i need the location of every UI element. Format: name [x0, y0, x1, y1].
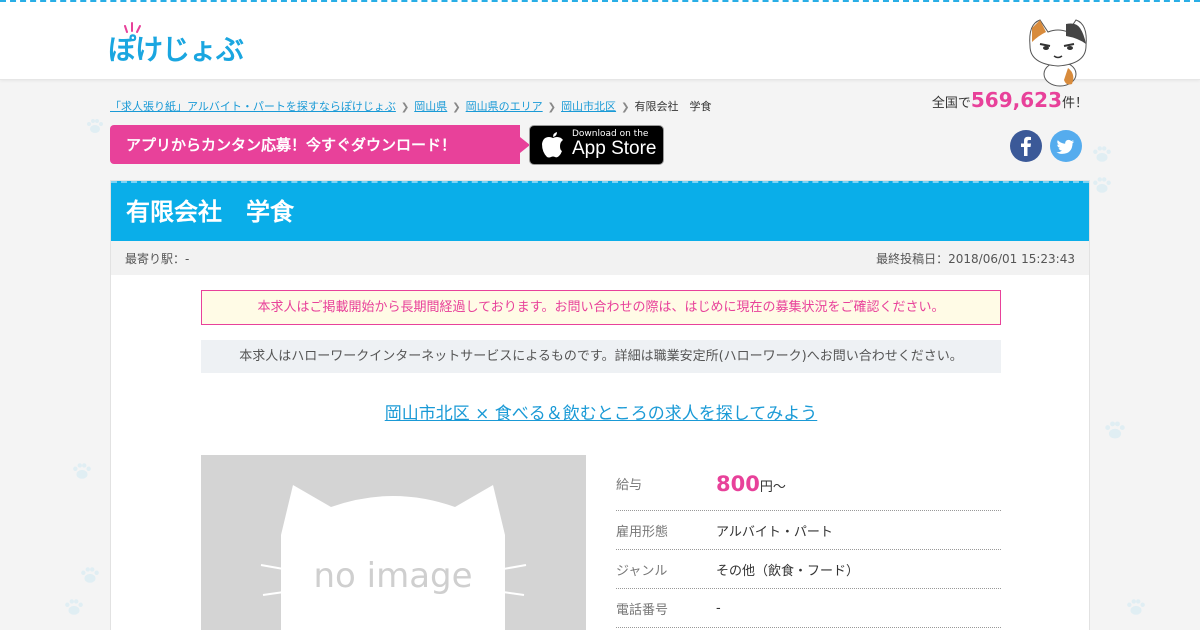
job-card: 有限会社 学食 最寄り駅：- 最終投稿日：2018/06/01 15:23:43…	[110, 180, 1090, 630]
related-search-link[interactable]: 岡山市北区 × 食べる＆飲むところの求人を探してみよう	[111, 399, 1091, 424]
twitter-icon	[1056, 139, 1075, 154]
salary-row: 給与 800円～	[616, 457, 1001, 511]
facebook-icon	[1021, 136, 1031, 156]
chevron-right-icon: ❯	[452, 102, 461, 113]
site-header: ぽけじょぶ	[0, 6, 1200, 87]
cat-mascot-icon	[1029, 19, 1087, 87]
breadcrumb: 「求人張り紙」アルバイト・パートを探すならぽけじょぶ ❯ 岡山県 ❯ 岡山県のエリア ❯ 岡…	[110, 98, 711, 114]
job-title: 有限会社 学食	[111, 181, 1089, 241]
paw-icon	[87, 119, 103, 133]
paw-icon	[81, 567, 99, 583]
genre-row: ジャンル その他（飲食・フード）	[616, 550, 1001, 589]
twitter-share-button[interactable]	[1050, 130, 1082, 162]
salary-unit: 円～	[759, 479, 786, 495]
app-download-banner[interactable]: アプリからカンタン応募！今すぐダウンロード！	[110, 125, 530, 164]
breadcrumb-current: 有限会社 学食	[634, 100, 712, 113]
no-image-text: no image	[313, 556, 472, 596]
phone-row: 電話番号 -	[616, 589, 1001, 628]
nearest-station: 最寄り駅：-	[125, 251, 190, 266]
total-job-count: 全国で569,623件！	[932, 88, 1088, 112]
facebook-share-button[interactable]	[1010, 130, 1042, 162]
app-banner-text: アプリからカンタン応募！今すぐダウンロード！	[126, 136, 457, 154]
no-image-placeholder: no image	[201, 455, 586, 630]
phone-label: 電話番号	[616, 602, 669, 618]
employment-type-label: 雇用形態	[616, 524, 669, 540]
chevron-right-icon: ❯	[547, 102, 557, 113]
hellowork-notice: 本求人はハローワークインターネットサービスによるものです。詳細は職業安定所(ハロ…	[201, 340, 1001, 373]
paw-icon	[1093, 177, 1111, 193]
chevron-right-icon: ❯	[400, 102, 410, 113]
paw-icon	[1105, 421, 1125, 439]
job-meta: 最寄り駅：- 最終投稿日：2018/06/01 15:23:43	[111, 241, 1089, 275]
paw-icon	[1093, 146, 1111, 162]
total-prefix: 全国で	[931, 96, 971, 111]
paw-icon	[1127, 599, 1145, 615]
total-number: 569,623	[970, 88, 1062, 112]
genre-label: ジャンル	[616, 563, 668, 579]
salary-amount: 800	[716, 471, 760, 496]
employment-type-row: 雇用形態 アルバイト・パート	[616, 511, 1001, 550]
breadcrumb-home[interactable]: 「求人張り紙」アルバイト・パートを探すならぽけじょぶ	[110, 100, 396, 113]
paw-icon	[73, 463, 91, 479]
job-details: 給与 800円～ 雇用形態 アルバイト・パート ジャンル その他（飲食・フード）…	[616, 457, 1001, 628]
employment-type-value: アルバイト・パート	[716, 524, 833, 540]
site-logo[interactable]: ぽけじょぶ	[108, 28, 244, 68]
app-store-button[interactable]: Download on the App Store	[529, 125, 664, 165]
last-posted-date: 最終投稿日：2018/06/01 15:23:43	[876, 251, 1075, 266]
paw-icon	[65, 599, 83, 615]
total-suffix: 件！	[1061, 96, 1088, 111]
salary-label: 給与	[616, 478, 643, 493]
breadcrumb-city[interactable]: 岡山市北区	[561, 100, 616, 113]
breadcrumb-prefecture[interactable]: 岡山県	[414, 100, 447, 113]
phone-value: -	[716, 600, 721, 616]
breadcrumb-area[interactable]: 岡山県のエリア	[466, 100, 543, 113]
genre-value: その他（飲食・フード）	[716, 563, 860, 579]
chevron-right-icon: ❯	[621, 102, 630, 113]
apple-icon	[542, 132, 563, 158]
cat-silhouette-icon: no image	[260, 485, 527, 630]
expired-notice: 本求人はご掲載開始から長期間経過しております。お問い合わせの際は、はじめに現在の…	[201, 290, 1001, 325]
store-big-text: App Store	[572, 138, 657, 160]
